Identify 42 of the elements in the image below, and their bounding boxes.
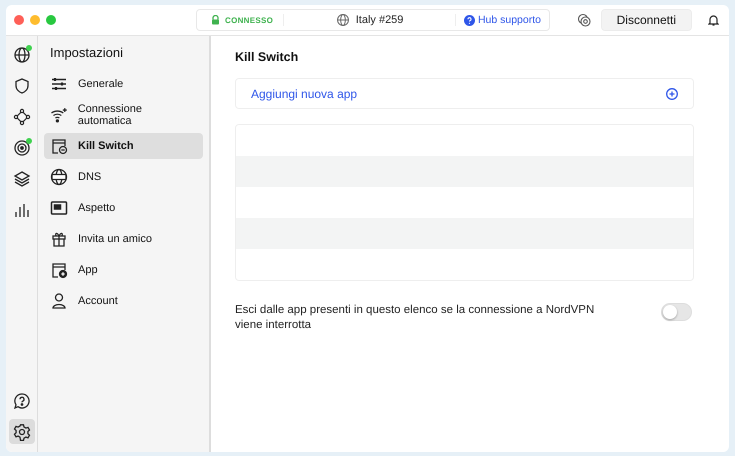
globe-icon [336, 13, 350, 27]
sidebar-item[interactable]: Account [44, 288, 203, 314]
sidebar-item[interactable]: Kill Switch [44, 133, 203, 159]
sliders-icon [50, 75, 68, 93]
dns-globe-icon [50, 168, 68, 186]
help-icon [464, 14, 475, 26]
server-name: Italy #259 [356, 14, 404, 26]
sidebar-item[interactable]: Aspetto [44, 195, 203, 221]
layers-icon [12, 170, 30, 188]
app-window-plus-icon [50, 261, 68, 279]
mesh-icon [12, 108, 30, 126]
overlapping-circles-icon[interactable] [576, 13, 591, 27]
add-app-button[interactable]: Aggiungi nuova app [235, 78, 694, 109]
toggle-switch[interactable] [661, 303, 692, 321]
help-icon [12, 392, 30, 410]
sidebar-item[interactable]: Connessione automatica [44, 102, 203, 128]
wifi-icon [50, 106, 68, 124]
help-hub-link[interactable]: Hub supporto [478, 14, 541, 26]
window-icon [50, 199, 68, 217]
settings-icon [12, 422, 30, 440]
person-icon [50, 292, 68, 310]
sidebar-item[interactable]: Invita un amico [44, 226, 203, 252]
shield-icon [12, 76, 30, 94]
notification-bell-icon[interactable] [708, 14, 719, 26]
kill-switch-description: Esci dalle app presenti in questo elenco se la connessione a NordVPN viene interrotta [235, 303, 596, 333]
page-title: Kill Switch [235, 50, 300, 64]
sidebar-title: Impostazioni [49, 45, 124, 62]
close-button[interactable] [14, 15, 24, 25]
sidebar-item[interactable]: Generale [44, 71, 203, 97]
globe-icon [12, 46, 30, 64]
lock-icon [211, 15, 220, 25]
nav-rail-button[interactable] [8, 419, 34, 444]
connection-status: CONNESSO [225, 16, 274, 24]
gift-icon [50, 230, 68, 248]
sidebar-item[interactable]: DNS [44, 164, 203, 190]
status-dot [26, 45, 32, 51]
app-window-minus-icon [50, 137, 68, 155]
target-icon [12, 138, 30, 156]
sidebar-item[interactable]: App [44, 257, 203, 283]
status-dot [26, 138, 32, 144]
disconnect-button[interactable]: Disconnetti [600, 9, 692, 31]
add-icon [666, 88, 678, 100]
